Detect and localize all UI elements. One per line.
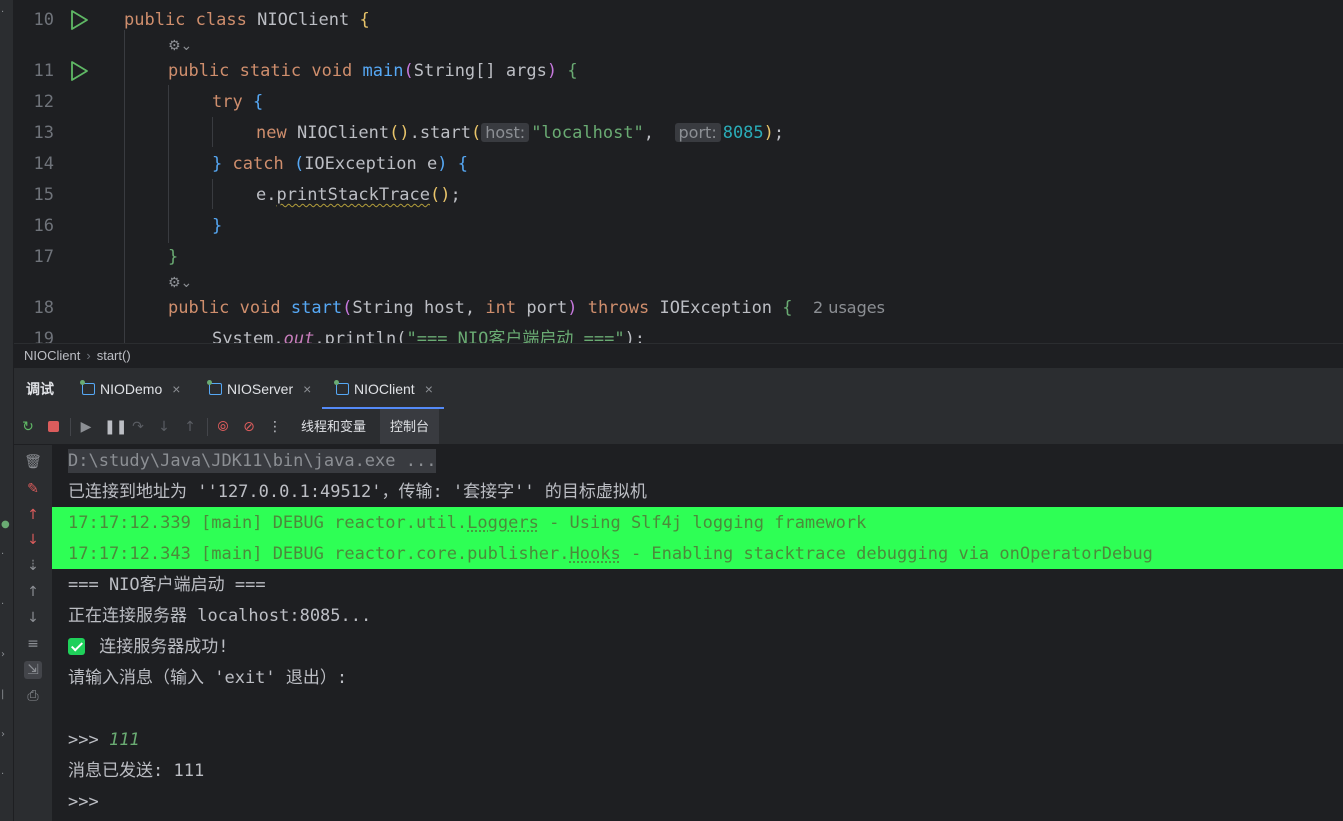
- toolbar-separator: [207, 418, 208, 436]
- console-input-prompt[interactable]: >>>: [68, 791, 99, 813]
- line-number: 18: [33, 298, 54, 318]
- close-icon[interactable]: ×: [425, 381, 433, 397]
- strip-icon[interactable]: ·: [1, 770, 11, 780]
- code-line-17: }: [168, 247, 179, 267]
- strip-icon[interactable]: |: [1, 690, 11, 700]
- tab-niodemo[interactable]: NIODemo ×: [80, 369, 180, 409]
- breadcrumb: NIOClient › start(): [14, 343, 1343, 369]
- indent-guide: [212, 179, 213, 209]
- code-line-18: public void start(String host, int port)…: [168, 298, 885, 318]
- check-mark-icon: [68, 638, 85, 655]
- pause-icon[interactable]: ❚❚: [104, 419, 127, 435]
- trash-icon[interactable]: 🗑: [24, 453, 42, 471]
- clear-icon[interactable]: ✎: [24, 480, 42, 498]
- code-line-15: e.printStackTrace();: [256, 185, 461, 205]
- scroll-up-icon[interactable]: ↑: [24, 583, 42, 601]
- line-number: 19: [33, 329, 54, 343]
- line-number: 17: [33, 247, 54, 267]
- indent-guide: [168, 85, 169, 243]
- stop-icon[interactable]: [45, 419, 61, 435]
- strip-icon[interactable]: ·: [1, 550, 11, 560]
- strip-icon[interactable]: ›: [1, 650, 11, 660]
- tool-window-tabbar: 调试 NIODemo × NIOServer × NIOClient ×: [14, 369, 1343, 409]
- code-line-11: public static void main(String[] args) {: [168, 61, 578, 81]
- line-number: 15: [33, 185, 54, 205]
- indent-guide: [212, 117, 213, 147]
- soft-wrap-icon[interactable]: ≡: [24, 635, 42, 653]
- param-hint-host: host:: [481, 123, 530, 142]
- ai-inlay-icon[interactable]: ⚙⌄: [168, 38, 192, 54]
- console-line-success: 连接服务器成功!: [68, 636, 229, 658]
- strip-icon[interactable]: ·: [1, 600, 11, 610]
- java-class-icon: [207, 380, 222, 395]
- scroll-down-icon[interactable]: ↓: [24, 609, 42, 627]
- line-number: 14: [33, 154, 54, 174]
- rerun-icon[interactable]: ↻: [20, 419, 36, 435]
- param-hint-port: port:: [674, 123, 721, 142]
- ai-inlay-icon[interactable]: ⚙⌄: [168, 275, 192, 291]
- debug-tool-label[interactable]: 调试: [26, 369, 54, 409]
- user-input: 111: [108, 730, 140, 750]
- breadcrumb-class[interactable]: NIOClient: [24, 348, 80, 363]
- close-icon[interactable]: ×: [172, 381, 180, 397]
- resume-icon[interactable]: ▶: [78, 419, 94, 435]
- line-number: 13: [33, 123, 54, 143]
- java-class-icon: [80, 380, 95, 395]
- run-icon[interactable]: [68, 60, 90, 82]
- console-line-connecting: 正在连接服务器 localhost:8085...: [68, 606, 372, 626]
- code-line-14: } catch (IOException e) {: [212, 154, 468, 174]
- tab-threads-variables[interactable]: 线程和变量: [291, 409, 376, 444]
- step-over-icon[interactable]: ↷: [130, 419, 146, 435]
- mute-breakpoints-icon[interactable]: ⊘: [241, 419, 257, 435]
- sort-icon[interactable]: ⇣: [24, 557, 42, 575]
- toolbar-separator: [70, 418, 71, 436]
- line-number: 12: [33, 92, 54, 112]
- console-line-command: D:\study\Java\JDK11\bin\java.exe ...: [68, 449, 437, 473]
- java-class-icon: [334, 380, 349, 395]
- console-output[interactable]: D:\study\Java\JDK11\bin\java.exe ... 已连接…: [52, 445, 1343, 821]
- code-line-12: try {: [212, 92, 264, 112]
- view-breakpoints-icon[interactable]: ⦾: [215, 419, 231, 435]
- console-line-log: 17:17:12.339 [main] DEBUG reactor.util.L…: [68, 513, 867, 533]
- step-into-icon[interactable]: ↓: [156, 419, 172, 435]
- debug-toolbar: ↻ ▶ ❚❚ ↷ ↓ ↑ ⦾ ⊘ ⋮ 线程和变量 控制台: [14, 409, 1343, 445]
- console-line-connected: 已连接到地址为 ''127.0.0.1:49512'，传输: '套接字'' 的目…: [68, 482, 647, 502]
- code-line-19: System.out.println("=== NIO客户端启动 ===");: [212, 329, 646, 343]
- console-line-echo: >>> 111: [68, 730, 140, 750]
- step-out-icon[interactable]: ↑: [182, 419, 198, 435]
- close-icon[interactable]: ×: [303, 381, 311, 397]
- run-icon[interactable]: [68, 9, 90, 31]
- breadcrumb-method[interactable]: start(): [97, 348, 131, 363]
- console-line-prompt: 请输入消息（输入 'exit' 退出）:: [68, 668, 348, 688]
- usages-hint[interactable]: 2 usages: [813, 298, 885, 317]
- left-tool-strip: · ● · · › | › ·: [0, 0, 14, 821]
- code-editor[interactable]: 10 11 12 13 14 15 16 17 18 19 public cla…: [14, 0, 1343, 343]
- tab-console[interactable]: 控制台: [380, 409, 440, 444]
- code-line-13: new NIOClient().start(host: "localhost", …: [256, 123, 785, 143]
- code-line-16: }: [212, 216, 223, 236]
- line-number: 11: [33, 61, 54, 81]
- console-line-start: === NIO客户端启动 ===: [68, 575, 266, 595]
- deprecated-warning[interactable]: printStackTrace: [276, 185, 430, 205]
- strip-bug-icon[interactable]: ●: [1, 520, 11, 530]
- line-number: 10: [33, 10, 54, 30]
- class-link[interactable]: Hooks: [570, 544, 621, 564]
- code-line-10: public class NIOClient {: [124, 10, 370, 30]
- line-number: 16: [33, 216, 54, 236]
- more-options-icon[interactable]: ⋮: [267, 419, 283, 435]
- up-trace-icon[interactable]: ↑: [24, 506, 42, 524]
- strip-icon[interactable]: ›: [1, 730, 11, 740]
- class-link[interactable]: Loggers: [467, 513, 539, 533]
- console-line-log: 17:17:12.343 [main] DEBUG reactor.core.p…: [68, 544, 1153, 564]
- print-icon[interactable]: ⎙: [24, 687, 42, 705]
- tab-nioclient[interactable]: NIOClient ×: [334, 369, 433, 409]
- down-trace-icon[interactable]: ↓: [24, 531, 42, 549]
- console-side-toolbar: 🗑 ✎ ↑ ↓ ⇣ ↑ ↓ ≡ ⇲ ⎙: [14, 445, 52, 821]
- console-line-sent: 消息已发送: 111: [68, 761, 205, 781]
- strip-icon[interactable]: ·: [1, 8, 11, 18]
- tab-nioserver[interactable]: NIOServer ×: [207, 369, 311, 409]
- scroll-to-end-icon[interactable]: ⇲: [24, 661, 42, 679]
- indent-guide: [124, 30, 125, 343]
- breadcrumb-separator-icon: ›: [86, 348, 91, 363]
